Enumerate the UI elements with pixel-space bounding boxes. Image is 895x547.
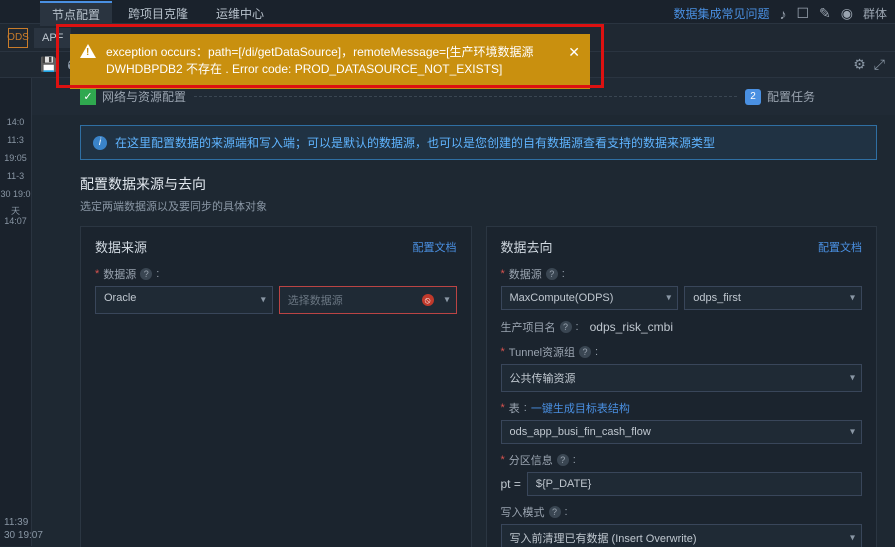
chevron-down-icon: ▾ — [850, 373, 855, 384]
user-icon[interactable]: ◉ — [841, 5, 853, 22]
required-marker: * — [501, 454, 505, 466]
rail-item: 30 19:0 — [0, 190, 30, 200]
tab-ops-center[interactable]: 运维中心 — [204, 2, 276, 25]
help-icon[interactable]: ? — [140, 268, 152, 280]
check-icon: ✓ — [80, 89, 96, 105]
info-text: 在这里配置数据的来源端和写入端；可以是默认的数据源，也可以是您创建的自有数据源查… — [115, 134, 715, 151]
calendar-icon[interactable]: ☐ — [796, 5, 809, 22]
write-mode-value: 写入前清理已有数据 (Insert Overwrite) — [510, 533, 697, 545]
table-value: ods_app_busi_fin_cash_flow — [510, 426, 651, 438]
bell-icon[interactable]: ♪ — [779, 6, 786, 22]
section-title: 配置数据来源与去向 — [80, 174, 877, 194]
panel-data-source: 数据来源 配置文档 * 数据源 ? : Oracle ▾ 选择数据源 — [80, 226, 472, 547]
partition-value: ${P_DATE} — [536, 478, 591, 490]
required-marker: * — [501, 402, 505, 414]
panel-target-title: 数据去向 — [501, 237, 553, 256]
left-rail: 14:0 11:3 19:05 11-3 30 19:0 天 14:07 — [0, 78, 32, 546]
close-icon[interactable]: ✕ — [568, 42, 580, 62]
partition-label: 分区信息 — [509, 452, 553, 468]
panel-source-title: 数据来源 — [95, 237, 147, 256]
rail-item: 11-3 — [7, 172, 24, 182]
expand-icon[interactable]: ⤢ — [874, 56, 885, 73]
help-icon[interactable]: ? — [549, 506, 561, 518]
tab-cross-project-clone[interactable]: 跨项目克隆 — [116, 2, 200, 25]
settings-icon[interactable]: ⚙ — [853, 56, 866, 73]
required-marker: * — [501, 268, 505, 280]
help-icon[interactable]: ? — [560, 321, 572, 333]
error-icon: ⦸ — [422, 294, 434, 306]
clock-time-1: 11:39 — [4, 516, 43, 529]
tunnel-label: Tunnel资源组 — [509, 344, 575, 360]
target-doc-link[interactable]: 配置文档 — [818, 239, 862, 255]
source-name-placeholder: 选择数据源 — [288, 295, 343, 307]
project-value: odps_risk_cmbi — [590, 318, 673, 336]
rail-item: 天 14:07 — [0, 207, 31, 227]
source-type-value: Oracle — [104, 292, 136, 304]
help-icon[interactable]: ? — [557, 454, 569, 466]
help-icon[interactable]: ? — [579, 346, 591, 358]
error-banner: exception occurs：path=[/di/getDataSource… — [70, 34, 590, 89]
main-content: i 在这里配置数据的来源端和写入端；可以是默认的数据源，也可以是您创建的自有数据… — [0, 115, 895, 547]
write-mode-label: 写入模式 — [501, 504, 545, 520]
tunnel-select[interactable]: 公共传输资源 ▾ — [501, 364, 863, 392]
error-line-2: DWHDBPDB2 不存在 . Error code: PROD_DATASOU… — [106, 62, 502, 76]
chevron-down-icon: ▾ — [850, 533, 855, 544]
step-1-label: 网络与资源配置 — [102, 88, 186, 105]
rail-item: 11:3 — [7, 136, 24, 146]
partition-prefix: pt = — [501, 477, 521, 491]
clock-time-2: 30 19:07 — [4, 529, 43, 542]
tunnel-value: 公共传输资源 — [510, 373, 576, 385]
source-label: 数据源 — [103, 266, 136, 282]
top-right-tools: 数据集成常见问题 ♪ ☐ ✎ ◉ 群体 — [673, 5, 887, 22]
step-2-label: 配置任务 — [767, 88, 815, 105]
target-source-label: 数据源 — [509, 266, 542, 282]
chevron-down-icon: ▾ — [850, 293, 855, 304]
target-name-value: odps_first — [693, 292, 741, 304]
step-config-task[interactable]: 2 配置任务 — [745, 88, 815, 105]
source-doc-link[interactable]: 配置文档 — [413, 239, 457, 255]
top-nav: 节点配置 跨项目克隆 运维中心 数据集成常见问题 ♪ ☐ ✎ ◉ 群体 — [0, 0, 895, 24]
rail-item: 19:05 — [4, 154, 27, 164]
info-icon: i — [93, 136, 107, 150]
chevron-down-icon: ▾ — [444, 295, 449, 306]
target-type-value: MaxCompute(ODPS) — [510, 292, 614, 304]
info-box: i 在这里配置数据的来源端和写入端；可以是默认的数据源，也可以是您创建的自有数据… — [80, 125, 877, 160]
error-line-1: exception occurs：path=[/di/getDataSource… — [106, 45, 534, 59]
table-label: 表 — [509, 400, 520, 416]
target-name-select[interactable]: odps_first ▾ — [684, 286, 862, 310]
step-2-num: 2 — [745, 89, 761, 105]
help-icon[interactable]: ? — [546, 268, 558, 280]
required-marker: * — [501, 346, 505, 358]
file-tab-label: APF — [42, 32, 63, 44]
target-type-select[interactable]: MaxCompute(ODPS) ▾ — [501, 286, 679, 310]
chevron-down-icon: ▾ — [666, 293, 671, 304]
step-network-resource[interactable]: ✓ 网络与资源配置 — [80, 88, 186, 105]
status-clock: 11:39 30 19:07 — [4, 516, 43, 542]
source-name-select[interactable]: 选择数据源 ⦸ ▾ — [279, 286, 457, 314]
tab-node-config[interactable]: 节点配置 — [40, 1, 112, 26]
partition-input[interactable]: ${P_DATE} — [527, 472, 862, 496]
write-mode-select[interactable]: 写入前清理已有数据 (Insert Overwrite) ▾ — [501, 524, 863, 547]
wrench-icon[interactable]: ✎ — [819, 5, 831, 22]
module-icon: ODS — [8, 28, 28, 48]
step-connector — [194, 96, 737, 97]
required-marker: * — [95, 268, 99, 280]
warn-icon — [80, 44, 96, 58]
faq-link[interactable]: 数据集成常见问题 — [673, 5, 769, 22]
project-label: 生产项目名 — [501, 319, 556, 335]
save-icon[interactable]: 💾 — [40, 56, 57, 73]
chevron-down-icon: ▾ — [261, 295, 266, 306]
panel-data-target: 数据去向 配置文档 * 数据源 ? : MaxCompute(ODPS) ▾ o… — [486, 226, 878, 547]
chevron-down-icon: ▾ — [850, 427, 855, 438]
group-label: 群体 — [863, 5, 887, 22]
file-tab[interactable]: APF — [34, 28, 71, 48]
rail-item: 14:0 — [7, 118, 25, 128]
source-type-select[interactable]: Oracle ▾ — [95, 286, 273, 314]
table-select[interactable]: ods_app_busi_fin_cash_flow ▾ — [501, 420, 863, 444]
onekey-gen-link[interactable]: 一键生成目标表结构 — [531, 400, 630, 416]
section-subtitle: 选定两端数据源以及要同步的具体对象 — [80, 198, 877, 214]
